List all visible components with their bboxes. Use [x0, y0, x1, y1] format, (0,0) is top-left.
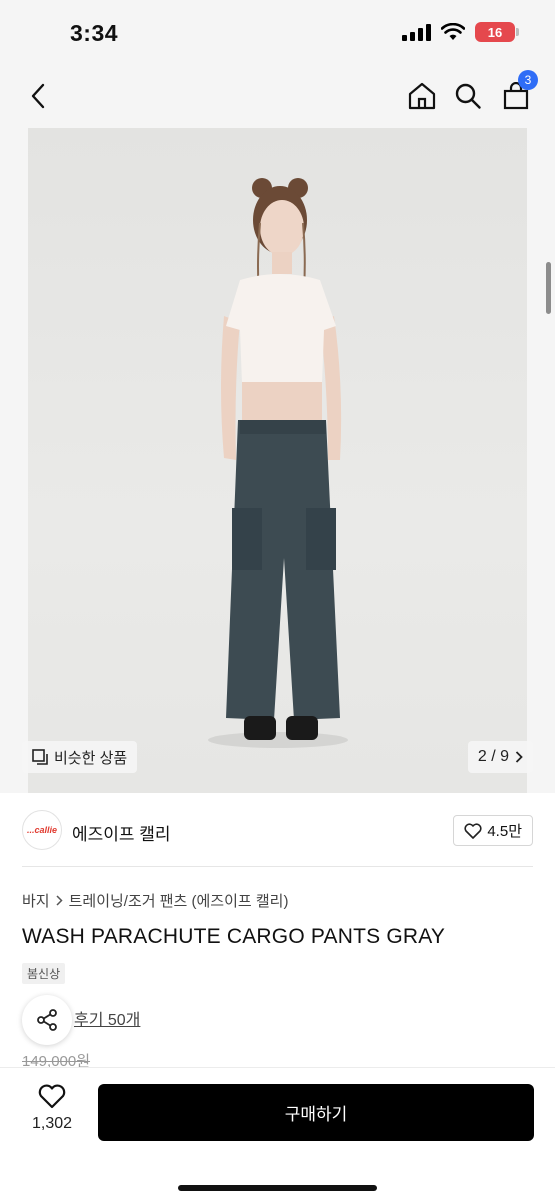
- product-gallery[interactable]: [0, 128, 555, 793]
- buy-button[interactable]: 구매하기: [98, 1084, 534, 1141]
- wifi-icon: [441, 23, 465, 40]
- chevron-right-icon: [515, 751, 523, 763]
- copy-icon: [32, 749, 48, 765]
- brand-logo[interactable]: ...callie: [22, 810, 62, 850]
- brand-like-count: 4.5만: [487, 823, 522, 840]
- signal-icon: [402, 23, 431, 41]
- chevron-left-icon: [31, 83, 45, 109]
- breadcrumb-subcategory[interactable]: 트레이닝/조거 팬츠 (에즈이프 캘리): [69, 890, 289, 911]
- heart-icon: [464, 822, 482, 839]
- scrollbar[interactable]: [546, 262, 551, 314]
- cart-button[interactable]: 3: [496, 70, 538, 116]
- review-link[interactable]: 후기 50개: [74, 1006, 140, 1030]
- home-icon: [408, 82, 436, 110]
- back-button[interactable]: [18, 76, 58, 116]
- breadcrumb: 바지 트레이닝/조거 팬츠 (에즈이프 캘리): [22, 890, 288, 911]
- page-indicator-text: 2 / 9: [477, 748, 509, 765]
- divider: [22, 866, 533, 867]
- similar-products-label: 비슷한 상품: [54, 749, 128, 767]
- wishlist-button[interactable]: 1,302: [28, 1084, 76, 1133]
- brand-logo-text: ...callie: [26, 825, 58, 835]
- similar-products-button[interactable]: 비슷한 상품: [22, 741, 138, 773]
- heart-icon: [38, 1084, 66, 1109]
- status-bar: 3:34 16: [0, 0, 555, 68]
- breadcrumb-category[interactable]: 바지: [22, 890, 50, 911]
- battery-level: 16: [487, 24, 503, 40]
- home-button[interactable]: [402, 76, 442, 116]
- wishlist-count: 1,302: [31, 1115, 73, 1132]
- model-figure: [208, 178, 348, 748]
- gallery-page-indicator[interactable]: 2 / 9: [467, 741, 533, 773]
- product-tag: 봄신상: [22, 963, 66, 984]
- search-button[interactable]: [448, 76, 488, 116]
- product-title: WASH PARACHUTE CARGO PANTS GRAY: [22, 925, 446, 948]
- status-icons: 16: [402, 22, 519, 42]
- cart-count-badge: 3: [518, 70, 538, 90]
- brand-row: ...callie 에즈이프 캘리 4.5만: [0, 800, 555, 864]
- share-button[interactable]: [22, 995, 72, 1045]
- home-indicator[interactable]: [178, 1185, 377, 1191]
- nav-bar: 3: [0, 68, 555, 128]
- brand-name[interactable]: 에즈이프 캘리: [72, 820, 171, 845]
- status-time: 3:34: [70, 20, 119, 46]
- battery-icon: 16: [475, 22, 519, 42]
- share-icon: [37, 1009, 57, 1031]
- brand-like-button[interactable]: 4.5만: [453, 815, 533, 846]
- search-icon: [455, 83, 481, 109]
- chevron-right-icon: [56, 895, 63, 906]
- product-photo[interactable]: [28, 128, 527, 793]
- bottom-action-bar: 1,302 구매하기: [0, 1067, 555, 1200]
